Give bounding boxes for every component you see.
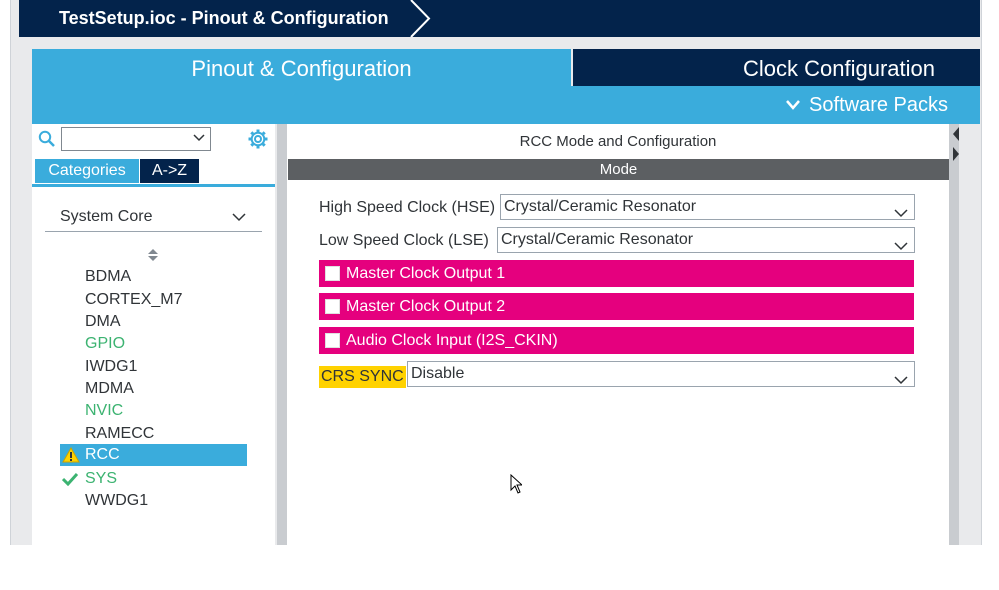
list-item-label: NVIC <box>85 402 124 419</box>
sub-toolbar: Software Packs <box>32 86 980 124</box>
list-item-label: BDMA <box>85 268 132 285</box>
list-item-gpio[interactable]: GPIO <box>60 333 247 355</box>
checkbox-label: Master Clock Output 2 <box>346 298 506 315</box>
list-item-rcc[interactable]: RCC <box>60 444 247 466</box>
list-item-ramecc[interactable]: RAMECC <box>60 423 247 445</box>
crs-sync-select[interactable]: Disable <box>407 361 915 387</box>
expand-right-icon[interactable] <box>952 146 960 167</box>
list-item-label: RCC <box>85 446 120 463</box>
lse-label: Low Speed Clock (LSE) <box>319 232 489 249</box>
crs-sync-label: CRS SYNC <box>319 366 406 388</box>
group-title[interactable]: System Core <box>60 208 152 226</box>
list-item-label: MDMA <box>85 380 134 397</box>
list-item-nvic[interactable]: NVIC <box>60 400 247 422</box>
right-scroll-strip[interactable] <box>949 124 959 545</box>
master-clock-output-2-row[interactable]: Master Clock Output 2 <box>319 293 914 320</box>
window-title: TestSetup.ioc - Pinout & Configuration <box>59 8 389 28</box>
checkbox-label: Master Clock Output 1 <box>346 265 506 282</box>
list-item-wwdg1[interactable]: WWDG1 <box>60 490 247 512</box>
list-item-label: CORTEX_M7 <box>85 291 183 308</box>
panel-title: RCC Mode and Configuration <box>519 133 717 150</box>
list-item-mdma[interactable]: MDMA <box>60 378 247 400</box>
chevron-down-icon <box>894 235 908 259</box>
tab-clock-configuration[interactable]: Clock Configuration <box>573 49 980 86</box>
hse-value: Crystal/Ceramic Resonator <box>504 198 697 215</box>
checkbox-label: Audio Clock Input (I2S_CKIN) <box>346 332 558 349</box>
tab-pinout-configuration[interactable]: Pinout & Configuration <box>32 49 571 86</box>
chevron-down-icon <box>785 94 801 117</box>
tab-pinout-label: Pinout & Configuration <box>191 56 412 81</box>
software-packs-label: Software Packs <box>809 94 948 116</box>
lse-value: Crystal/Ceramic Resonator <box>501 231 694 248</box>
list-item-sys[interactable]: SYS <box>60 468 247 490</box>
master-clock-output-1-row[interactable]: Master Clock Output 1 <box>319 260 914 287</box>
tab-clock-label: Clock Configuration <box>743 56 935 81</box>
warning-icon <box>62 446 80 470</box>
list-item-iwdg1[interactable]: IWDG1 <box>60 356 247 378</box>
list-item-label: RAMECC <box>85 425 155 442</box>
categories-panel: Categories A->Z System Core BDMA CORTEX_… <box>32 124 275 545</box>
hse-label: High Speed Clock (HSE) <box>319 199 496 216</box>
crs-sync-value: Disable <box>411 365 465 382</box>
chevron-down-icon <box>894 202 908 226</box>
list-item-label: WWDG1 <box>85 492 149 509</box>
search-icon[interactable] <box>38 130 56 153</box>
rcc-config-panel: RCC Mode and Configuration Mode High Spe… <box>287 124 949 545</box>
list-item-label: GPIO <box>85 335 126 352</box>
title-breadcrumb: TestSetup.ioc - Pinout & Configuration <box>19 0 980 37</box>
list-item-bdma[interactable]: BDMA <box>60 266 247 288</box>
mouse-cursor-icon <box>510 473 524 499</box>
tab-a-to-z[interactable]: A->Z <box>140 159 199 183</box>
gear-icon[interactable] <box>248 129 268 154</box>
lse-select[interactable]: Crystal/Ceramic Resonator <box>497 227 915 253</box>
divider <box>45 231 262 232</box>
list-item-dma[interactable]: DMA <box>60 311 247 333</box>
chevron-down-icon[interactable] <box>231 210 247 228</box>
checkbox[interactable] <box>325 299 340 314</box>
panel-splitter[interactable] <box>277 124 287 545</box>
mode-section-header[interactable]: Mode <box>288 159 949 180</box>
checkbox[interactable] <box>325 333 340 348</box>
tab-categories[interactable]: Categories <box>35 159 139 183</box>
collapse-left-icon[interactable] <box>952 126 960 147</box>
tab-underline <box>32 184 275 187</box>
software-packs-menu[interactable]: Software Packs <box>785 94 948 117</box>
hse-select[interactable]: Crystal/Ceramic Resonator <box>500 194 915 220</box>
search-input[interactable] <box>61 127 211 151</box>
list-item-label: DMA <box>85 313 121 330</box>
audio-clock-input-row[interactable]: Audio Clock Input (I2S_CKIN) <box>319 327 914 354</box>
sort-icon[interactable] <box>147 248 159 267</box>
list-item-label: SYS <box>85 470 118 487</box>
chevron-down-icon[interactable] <box>192 131 206 149</box>
checkbox[interactable] <box>325 266 340 281</box>
chevron-down-icon <box>894 369 908 393</box>
list-item-cortex-m7[interactable]: CORTEX_M7 <box>60 289 247 311</box>
list-item-label: IWDG1 <box>85 358 138 375</box>
